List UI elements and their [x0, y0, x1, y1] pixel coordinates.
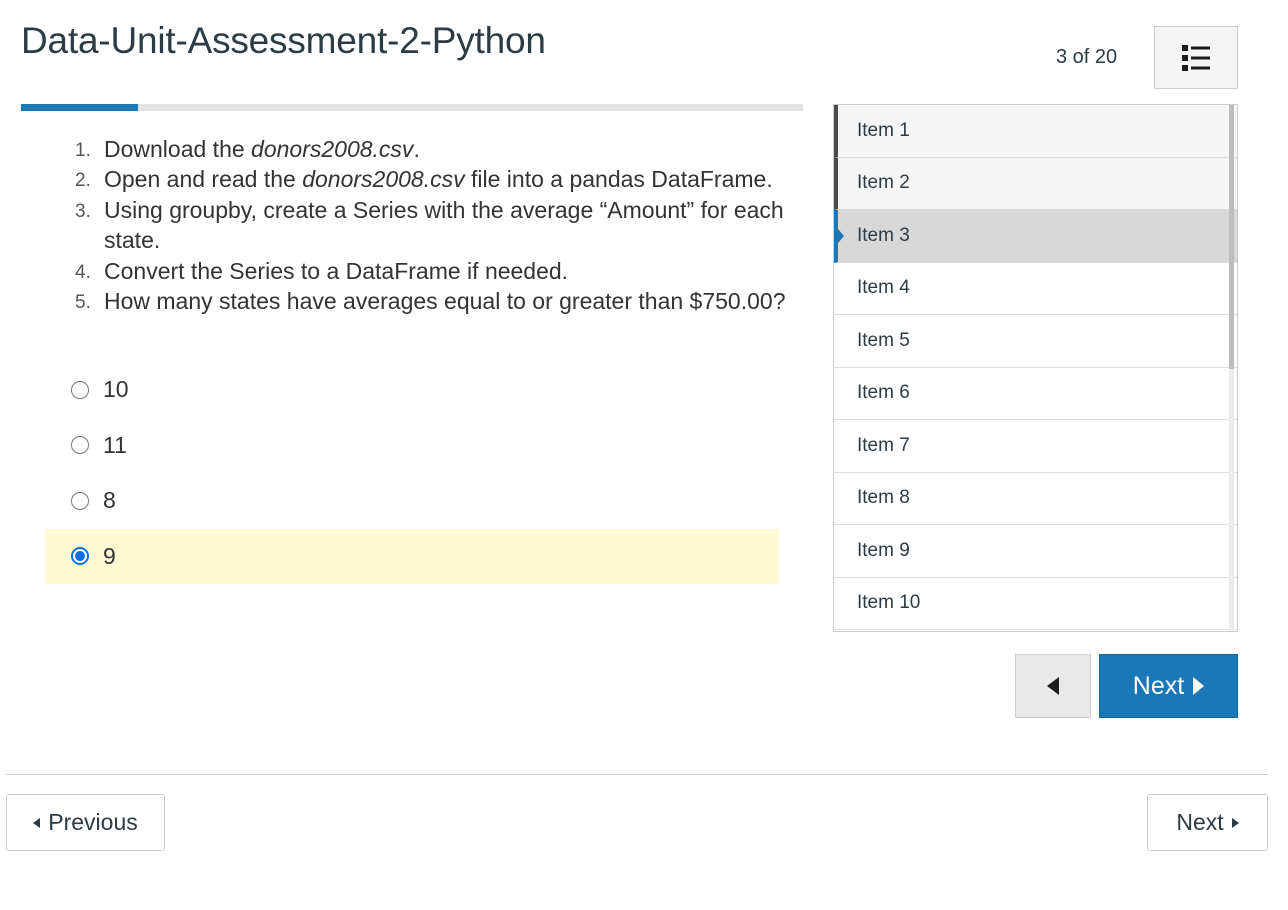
answer-option-3[interactable]: 8	[45, 473, 779, 529]
question-item-list: Item 1 Item 2 Item 3 Item 4 Item 5 Item …	[833, 104, 1238, 632]
item-list-entry[interactable]: Item 1	[834, 105, 1237, 158]
previous-question-button[interactable]	[1015, 654, 1091, 718]
item-list-entry[interactable]: Item 8	[834, 473, 1237, 525]
caret-left-icon	[33, 817, 41, 828]
item-list-scrollbar[interactable]	[1229, 105, 1234, 631]
section-divider	[6, 774, 1268, 775]
item-list-entry[interactable]: Item 10	[834, 578, 1237, 630]
page-title: Data-Unit-Assessment-2-Python	[21, 20, 546, 61]
scrollbar-thumb[interactable]	[1229, 105, 1234, 369]
item-list-entry[interactable]: Item 5	[834, 315, 1237, 368]
answer-options: 10 11 8 9	[45, 362, 779, 584]
next-question-button[interactable]: Next	[1099, 654, 1238, 718]
caret-right-icon	[1231, 817, 1239, 828]
item-list-entry[interactable]: Item 7	[834, 420, 1237, 473]
question-list-toggle-button[interactable]	[1154, 26, 1238, 89]
item-list-entry[interactable]: Item 9	[834, 525, 1237, 578]
current-item-pointer	[838, 228, 844, 243]
answer-label: 10	[103, 376, 129, 403]
question-instructions: Download the donors2008.csv. Open and re…	[75, 134, 824, 319]
item-list-entry[interactable]: Item 4	[834, 263, 1237, 315]
progress-bar-fill	[21, 104, 139, 111]
footer-next-label: Next	[1176, 809, 1224, 835]
answer-radio[interactable]	[71, 436, 89, 455]
instruction-step: How many states have averages equal to o…	[75, 288, 786, 319]
item-list-entry[interactable]: Item 2	[834, 157, 1237, 210]
answer-option-2[interactable]: 11	[45, 418, 779, 474]
caret-right-icon	[1193, 677, 1205, 695]
answer-radio[interactable]	[71, 380, 89, 399]
answer-option-1[interactable]: 10	[45, 362, 779, 418]
footer-previous-label: Previous	[48, 809, 138, 835]
footer-next-button[interactable]: Next	[1147, 794, 1268, 851]
caret-left-icon	[1047, 677, 1059, 695]
answer-label: 11	[103, 431, 127, 458]
instruction-step: Download the donors2008.csv.	[75, 136, 420, 167]
footer-previous-button[interactable]: Previous	[6, 794, 165, 851]
answer-radio[interactable]	[71, 491, 89, 510]
instruction-step: Using groupby, create a Series with the …	[75, 196, 784, 254]
next-button-label: Next	[1132, 671, 1185, 700]
item-list-entry[interactable]: Item 6	[834, 368, 1237, 420]
instruction-step: Convert the Series to a DataFrame if nee…	[75, 257, 569, 289]
instruction-step: Open and read the donors2008.csv file in…	[75, 166, 773, 197]
item-list-entry[interactable]: Item 3	[834, 210, 1237, 263]
answer-label: 8	[103, 487, 116, 514]
answer-radio[interactable]	[71, 547, 89, 566]
question-counter: 3 of 20	[1056, 46, 1118, 68]
answer-label: 9	[103, 542, 116, 569]
progress-bar	[21, 104, 803, 111]
answer-option-4[interactable]: 9	[45, 528, 779, 584]
list-icon	[1182, 44, 1210, 71]
